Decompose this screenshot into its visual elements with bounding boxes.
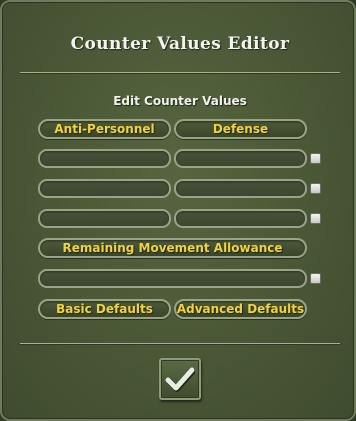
section-subtitle: Edit Counter Values — [113, 94, 247, 108]
row1-left-field[interactable] — [38, 149, 171, 168]
top-divider — [20, 72, 340, 74]
anti-personnel-button[interactable]: Anti-Personnel — [38, 119, 171, 139]
movement-field[interactable] — [38, 269, 307, 288]
row2-checkbox[interactable] — [310, 183, 321, 194]
row2-right-field[interactable] — [174, 179, 307, 198]
movement-checkbox[interactable] — [310, 273, 321, 284]
basic-defaults-button[interactable]: Basic Defaults — [38, 299, 171, 319]
row3-right-field[interactable] — [174, 209, 307, 228]
row3-checkbox[interactable] — [310, 213, 321, 224]
remaining-movement-allowance-button[interactable]: Remaining Movement Allowance — [38, 238, 307, 258]
row1-checkbox[interactable] — [310, 153, 321, 164]
defense-button[interactable]: Defense — [174, 119, 307, 139]
advanced-defaults-button[interactable]: Advanced Defaults — [174, 299, 307, 319]
row3-left-field[interactable] — [38, 209, 171, 228]
bottom-divider — [20, 343, 340, 345]
checkmark-icon — [165, 367, 195, 392]
counter-values-editor-dialog: Counter Values Editor Edit Counter Value… — [0, 0, 356, 421]
dialog-title: Counter Values Editor — [70, 34, 290, 54]
ok-button[interactable] — [159, 358, 201, 400]
row1-right-field[interactable] — [174, 149, 307, 168]
row2-left-field[interactable] — [38, 179, 171, 198]
